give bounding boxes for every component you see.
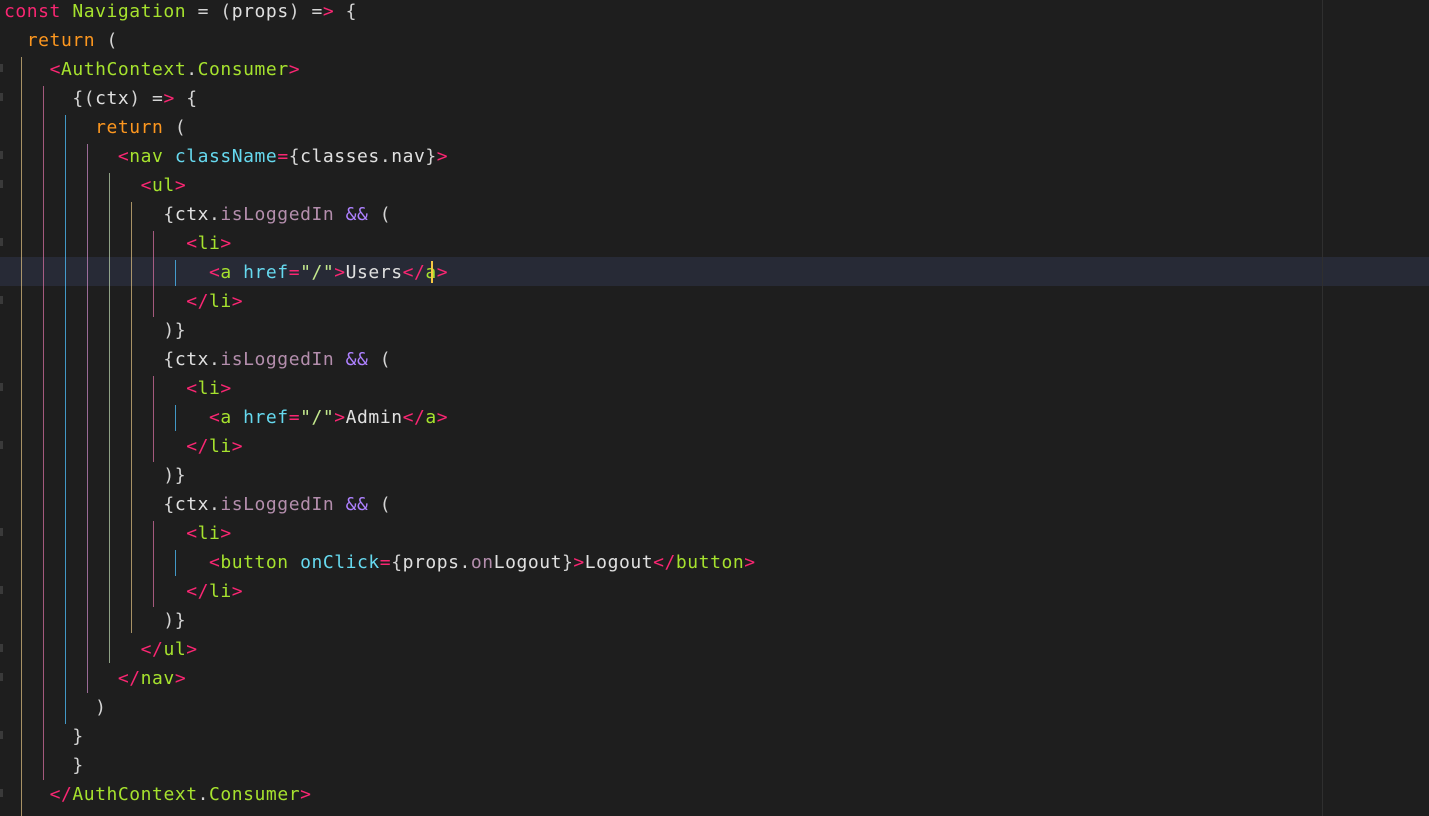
code-line[interactable]: )} — [4, 461, 186, 490]
text-cursor — [431, 261, 433, 283]
code-line[interactable]: {ctx.isLoggedIn && ( — [4, 490, 391, 519]
code-editor[interactable]: const Navigation = (props) => { return (… — [0, 0, 1429, 816]
fold-gutter-mark — [0, 731, 3, 739]
fold-gutter-mark — [0, 64, 3, 72]
code-line[interactable]: {ctx.isLoggedIn && ( — [4, 200, 391, 229]
code-line[interactable]: <button onClick={props.onLogout}>Logout<… — [4, 548, 756, 577]
code-line[interactable]: <nav className={classes.nav}> — [4, 142, 448, 171]
fold-gutter-mark — [0, 673, 3, 681]
code-line[interactable]: {(ctx) => { — [4, 84, 198, 113]
fold-gutter-mark — [0, 93, 3, 101]
code-line[interactable]: <ul> — [4, 171, 186, 200]
fold-gutter-mark — [0, 180, 3, 188]
code-line[interactable]: )} — [4, 606, 186, 635]
fold-gutter-mark — [0, 151, 3, 159]
fold-gutter-mark — [0, 789, 3, 797]
fold-gutter-mark — [0, 528, 3, 536]
code-line[interactable]: </AuthContext.Consumer> — [4, 780, 312, 809]
code-line[interactable]: <AuthContext.Consumer> — [4, 55, 300, 84]
fold-gutter-mark — [0, 383, 3, 391]
code-line[interactable]: ) — [4, 693, 106, 722]
code-line[interactable]: <li> — [4, 374, 232, 403]
code-line[interactable]: </li> — [4, 432, 243, 461]
code-line[interactable]: return ( — [4, 26, 118, 55]
code-line[interactable]: <li> — [4, 519, 232, 548]
fold-gutter-mark — [0, 296, 3, 304]
code-line[interactable]: <li> — [4, 229, 232, 258]
fold-gutter-mark — [0, 586, 3, 594]
code-line[interactable]: {ctx.isLoggedIn && ( — [4, 345, 391, 374]
code-line-active[interactable]: <a href="/">Users</a> — [4, 258, 448, 287]
code-line[interactable]: )} — [4, 316, 186, 345]
code-line[interactable]: </ul> — [4, 635, 198, 664]
code-line[interactable]: <a href="/">Admin</a> — [4, 403, 448, 432]
fold-gutter-mark — [0, 644, 3, 652]
fold-gutter-mark — [0, 441, 3, 449]
code-line[interactable]: } — [4, 722, 84, 751]
fold-gutter-mark — [0, 238, 3, 246]
vertical-ruler — [1322, 0, 1323, 816]
code-line[interactable]: return ( — [4, 113, 186, 142]
code-line[interactable]: </nav> — [4, 664, 186, 693]
code-line[interactable]: } — [4, 751, 84, 780]
code-line[interactable]: </li> — [4, 577, 243, 606]
code-line[interactable]: const Navigation = (props) => { — [4, 0, 357, 26]
code-line[interactable]: </li> — [4, 287, 243, 316]
